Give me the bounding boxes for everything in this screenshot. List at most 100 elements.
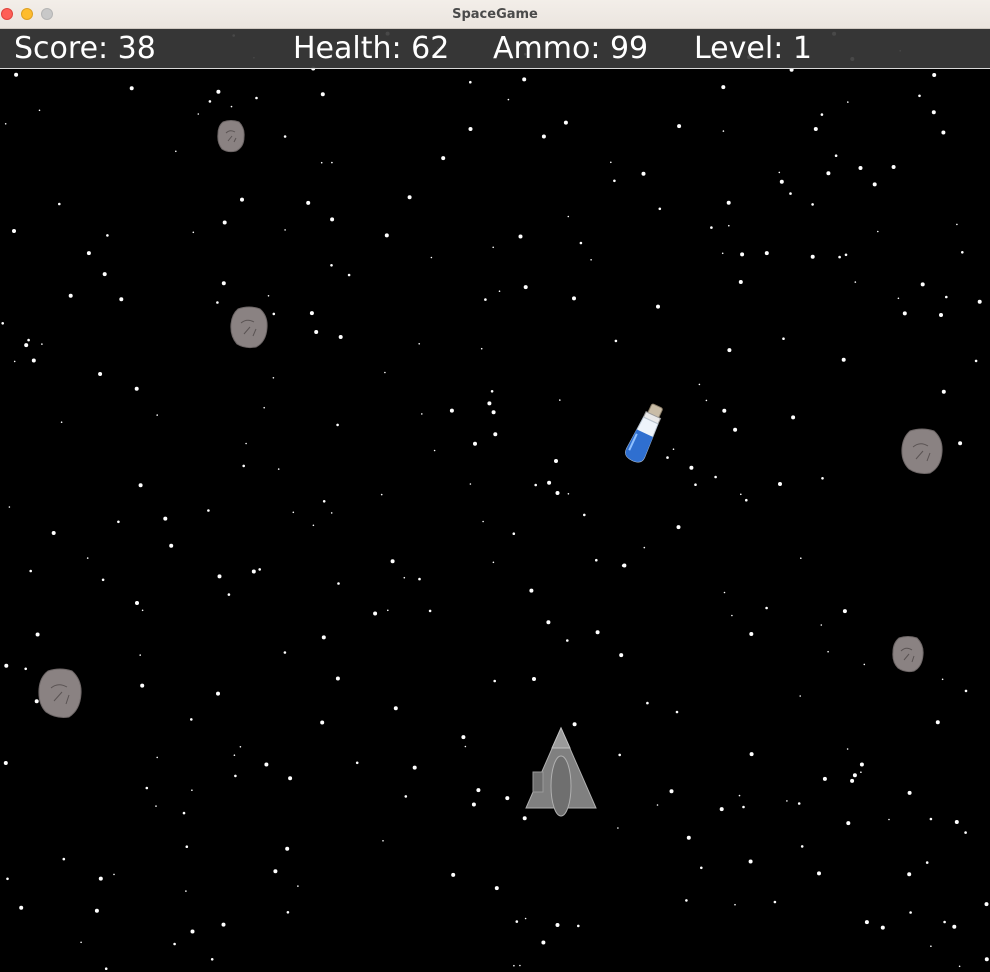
star	[676, 525, 681, 530]
star	[277, 468, 280, 470]
star	[800, 845, 804, 848]
star	[974, 359, 978, 363]
star	[920, 282, 925, 287]
star	[964, 689, 968, 693]
star	[163, 516, 168, 521]
star	[487, 401, 492, 406]
star	[641, 171, 646, 176]
star	[12, 229, 16, 233]
star	[842, 609, 847, 614]
star	[493, 432, 498, 437]
star	[669, 789, 674, 794]
star	[139, 654, 141, 656]
star	[941, 130, 946, 135]
star	[190, 718, 193, 721]
star	[523, 285, 528, 290]
star	[877, 230, 879, 233]
star	[173, 942, 176, 946]
star	[207, 509, 210, 512]
star	[745, 498, 748, 502]
title-bar[interactable]: SpaceGame	[0, 0, 990, 29]
star	[888, 818, 890, 821]
star	[723, 591, 726, 594]
star	[113, 873, 115, 876]
star	[507, 98, 510, 101]
star	[555, 923, 560, 927]
star	[710, 226, 713, 229]
star	[749, 752, 754, 757]
star	[822, 776, 827, 781]
star	[13, 360, 16, 363]
star	[721, 252, 724, 255]
star	[646, 701, 649, 705]
star	[498, 290, 501, 293]
star	[242, 464, 245, 468]
star	[518, 234, 523, 239]
star	[800, 557, 802, 559]
star	[331, 161, 333, 164]
star	[283, 651, 287, 654]
star	[192, 231, 195, 234]
star	[554, 459, 558, 463]
star	[567, 215, 570, 218]
star	[931, 110, 936, 115]
star	[872, 182, 877, 187]
star	[267, 295, 270, 297]
star	[24, 343, 29, 348]
star	[464, 745, 467, 748]
star	[685, 899, 688, 902]
star	[546, 620, 551, 625]
star	[102, 272, 107, 277]
star	[428, 609, 432, 613]
star	[954, 820, 959, 824]
game-canvas[interactable]: Score: 38 Health: 62 Ammo: 99 Level: 1	[0, 29, 990, 972]
asteroid-icon	[901, 428, 943, 474]
star	[952, 924, 957, 929]
star	[441, 156, 446, 161]
star	[330, 217, 335, 222]
star	[101, 578, 105, 582]
star	[468, 127, 473, 131]
star	[935, 720, 940, 725]
star	[847, 101, 849, 103]
star	[418, 577, 421, 581]
star	[6, 877, 9, 881]
star	[119, 297, 124, 302]
star	[216, 691, 220, 696]
star	[726, 200, 731, 205]
star	[614, 339, 618, 343]
star	[141, 609, 144, 612]
star	[918, 94, 921, 98]
star	[532, 677, 536, 681]
star	[68, 293, 73, 298]
star	[734, 903, 736, 906]
star	[245, 442, 247, 445]
star	[221, 281, 226, 286]
spaceship-icon[interactable]	[524, 726, 598, 820]
star	[891, 165, 896, 169]
star	[418, 343, 421, 345]
star	[524, 917, 527, 920]
star	[355, 761, 359, 765]
star	[382, 840, 384, 842]
star	[38, 109, 41, 112]
star	[451, 872, 456, 877]
star	[658, 207, 662, 211]
star	[742, 805, 745, 809]
star	[258, 568, 262, 571]
star	[907, 790, 912, 795]
star	[217, 574, 222, 579]
star	[782, 337, 785, 341]
star	[8, 506, 11, 508]
asteroid-icon	[892, 636, 924, 673]
star	[880, 925, 885, 930]
star	[336, 423, 339, 427]
star	[491, 410, 496, 415]
star	[227, 593, 231, 596]
star	[185, 890, 187, 892]
star	[480, 347, 483, 350]
star	[263, 406, 266, 409]
star	[320, 720, 325, 725]
star	[566, 639, 569, 642]
star	[984, 957, 989, 962]
